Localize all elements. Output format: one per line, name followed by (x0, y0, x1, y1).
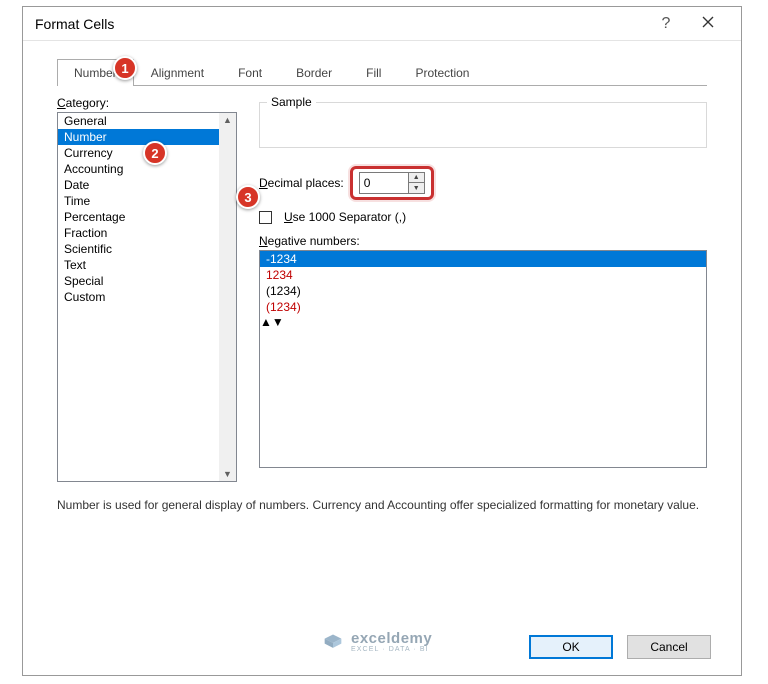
watermark-sub: EXCEL · DATA · BI (351, 646, 432, 653)
dialog-title: Format Cells (35, 16, 645, 32)
cancel-button[interactable]: Cancel (627, 635, 711, 659)
category-accounting[interactable]: Accounting (58, 161, 236, 177)
scroll-down-icon[interactable]: ▼ (272, 315, 284, 329)
sample-label: Sample (267, 95, 316, 109)
sample-group: Sample (259, 102, 707, 148)
neg-item-2[interactable]: (1234) (260, 283, 706, 299)
ok-button[interactable]: OK (529, 635, 613, 659)
decimal-highlight: ▲ ▼ (350, 166, 434, 200)
footer: OK Cancel (529, 635, 711, 659)
scroll-up-icon[interactable]: ▲ (223, 115, 232, 125)
watermark-brand: exceldemy (351, 631, 432, 646)
tab-border[interactable]: Border (279, 59, 349, 86)
category-listbox[interactable]: General Number Currency Accounting Date … (57, 112, 237, 482)
callout-2: 2 (143, 141, 167, 165)
tab-fill[interactable]: Fill (349, 59, 398, 86)
tab-protection[interactable]: Protection (398, 59, 486, 86)
neg-item-3[interactable]: (1234) (260, 299, 706, 315)
separator-checkbox[interactable] (259, 211, 272, 224)
category-time[interactable]: Time (58, 193, 236, 209)
decimal-spinner[interactable]: ▲ ▼ (359, 172, 425, 194)
decimal-row: Decimal places: ▲ ▼ (259, 166, 707, 200)
category-scientific[interactable]: Scientific (58, 241, 236, 257)
spin-down-icon[interactable]: ▼ (409, 183, 424, 193)
category-general[interactable]: General (58, 113, 236, 129)
tab-font[interactable]: Font (221, 59, 279, 86)
watermark-icon (323, 632, 343, 652)
category-date[interactable]: Date (58, 177, 236, 193)
close-icon (702, 16, 714, 28)
titlebar: Format Cells ? (23, 7, 741, 41)
negative-listbox[interactable]: -1234 1234 (1234) (1234) ▲▼ (259, 250, 707, 468)
negative-label: Negative numbers: (259, 234, 707, 248)
right-pane: Sample Decimal places: ▲ ▼ Use 1000 Se (259, 96, 707, 482)
category-custom[interactable]: Custom (58, 289, 236, 305)
neg-item-1[interactable]: 1234 (260, 267, 706, 283)
dialog-body: Category: General Number Currency Accoun… (23, 86, 741, 482)
separator-row: Use 1000 Separator (,) (259, 210, 707, 224)
scroll-up-icon[interactable]: ▲ (260, 315, 272, 329)
description-text: Number is used for general display of nu… (23, 482, 741, 528)
separator-label: Use 1000 Separator (,) (284, 210, 406, 224)
negative-scrollbar[interactable]: ▲▼ (260, 315, 706, 329)
callout-3: 3 (236, 185, 260, 209)
category-fraction[interactable]: Fraction (58, 225, 236, 241)
spin-up-icon[interactable]: ▲ (409, 173, 424, 183)
tab-alignment[interactable]: Alignment (134, 59, 221, 86)
watermark: exceldemy EXCEL · DATA · BI (323, 631, 432, 653)
category-percentage[interactable]: Percentage (58, 209, 236, 225)
help-button[interactable]: ? (645, 15, 687, 33)
close-button[interactable] (687, 16, 729, 31)
format-cells-dialog: Format Cells ? Number Alignment Font Bor… (22, 6, 742, 676)
category-scrollbar[interactable]: ▲▼ (219, 113, 236, 481)
callout-1: 1 (113, 56, 137, 80)
category-text[interactable]: Text (58, 257, 236, 273)
neg-item-0[interactable]: -1234 (260, 251, 706, 267)
category-special[interactable]: Special (58, 273, 236, 289)
decimal-input[interactable] (360, 173, 408, 193)
category-label: Category: (57, 96, 237, 110)
scroll-down-icon[interactable]: ▼ (223, 469, 232, 479)
decimal-label: Decimal places: (259, 176, 344, 190)
